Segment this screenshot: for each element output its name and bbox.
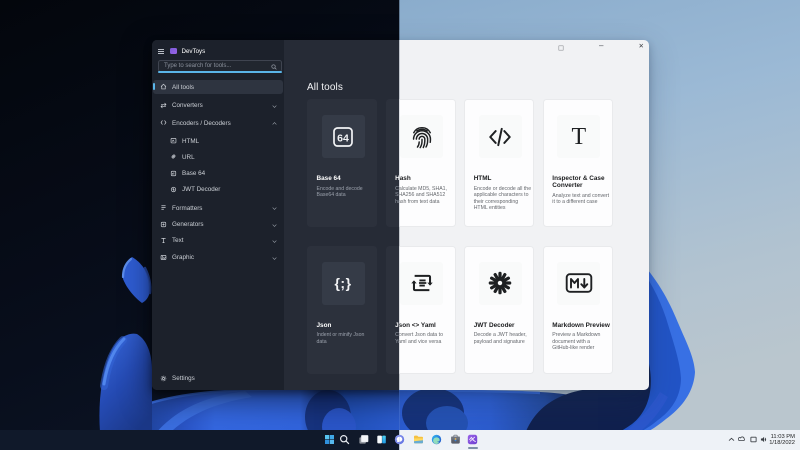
- svg-text:64: 64: [337, 132, 349, 144]
